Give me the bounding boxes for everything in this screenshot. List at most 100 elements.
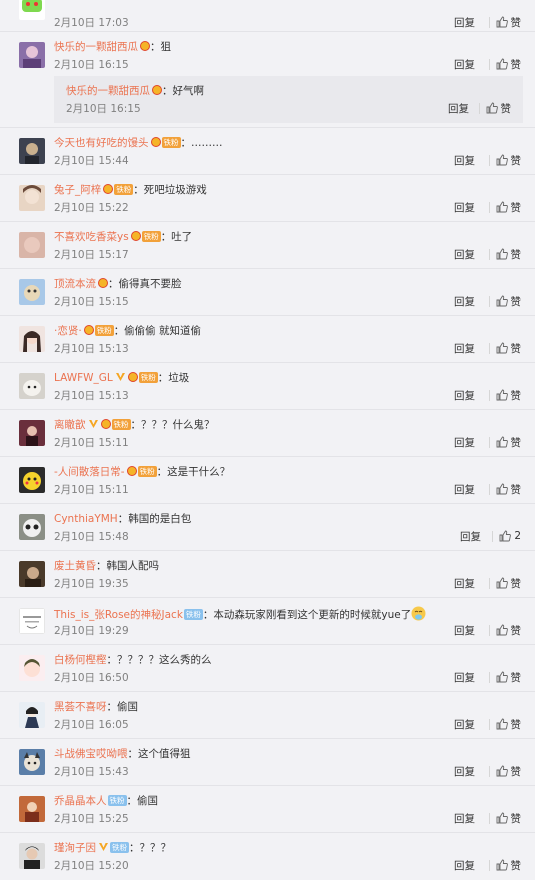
username[interactable]: 乔晶晶本人 [54, 795, 107, 807]
like-button[interactable]: 赞 [488, 481, 521, 497]
username[interactable]: ·恋贤· [54, 325, 82, 337]
medal-icon [126, 466, 137, 476]
like-button[interactable]: 赞 [488, 857, 521, 873]
username[interactable]: 离瞮歆 [54, 419, 86, 431]
avatar[interactable] [19, 467, 45, 493]
like-button[interactable]: 赞 [488, 152, 522, 168]
like-label: 赞 [510, 201, 522, 214]
username[interactable]: 废土黄昏 [54, 560, 96, 572]
reply-button[interactable]: 回复 [454, 16, 475, 30]
avatar[interactable] [19, 420, 45, 446]
fan-badge: 铁粉 [114, 184, 134, 195]
avatar[interactable] [19, 655, 45, 681]
comment-time: 2月10日 15:43 [54, 766, 129, 778]
reply-button[interactable]: 回复 [454, 577, 475, 591]
thumb-up-icon [496, 295, 508, 307]
reply-button[interactable]: 回复 [454, 812, 475, 826]
reply-button[interactable]: 回复 [454, 436, 475, 450]
username[interactable]: 快乐的一颗甜西瓜 [66, 85, 150, 97]
avatar[interactable] [19, 185, 45, 211]
avatar[interactable] [19, 843, 45, 869]
avatar[interactable] [19, 138, 45, 164]
comment-item: 离瞮歆 铁粉 ：？？？什么鬼？ 2月10日 15:11 回复 赞 [0, 409, 535, 457]
avatar[interactable] [19, 514, 45, 540]
avatar[interactable] [19, 42, 45, 68]
fan-badge: 铁粉 [141, 231, 161, 242]
username[interactable]: -人间散落日常- [54, 466, 125, 478]
reply-button[interactable]: 回复 [454, 154, 475, 168]
like-button[interactable]: 赞 [488, 293, 522, 309]
like-button[interactable]: 赞 [488, 340, 521, 356]
username[interactable]: 顶流本流 [54, 278, 96, 290]
like-button[interactable]: 赞 [488, 622, 522, 638]
avatar[interactable] [19, 0, 45, 20]
comment-text: ：韩国的是白包 [117, 513, 192, 525]
username[interactable]: 不喜欢吃香菜ys [54, 231, 129, 243]
medal-icon [98, 278, 108, 288]
avatar[interactable] [19, 749, 45, 775]
like-label: 赞 [510, 295, 522, 308]
like-button[interactable]: 赞 [488, 575, 521, 591]
comment-item: This_is_张Rose的神秘Jack 铁粉 ：本动森玩家刚看到这个更新的时候就y… [0, 597, 535, 645]
reply-button[interactable]: 回复 [454, 671, 475, 685]
reply-button[interactable]: 回复 [454, 342, 475, 356]
avatar[interactable] [19, 702, 45, 728]
fan-badge: 铁粉 [161, 137, 181, 148]
avatar[interactable] [19, 608, 45, 634]
username[interactable]: 瑾洵子因 [54, 842, 96, 854]
comment-item: 乔晶晶本人 铁粉 ：偷国 2月10日 15:25 回复 赞 [0, 785, 535, 833]
comment-time: 2月10日 16:05 [54, 719, 129, 731]
thumb-up-icon [496, 58, 508, 70]
reply-button[interactable]: 回复 [454, 201, 475, 215]
like-button[interactable]: 赞 [478, 100, 511, 116]
avatar[interactable] [19, 561, 45, 587]
avatar[interactable] [19, 279, 45, 305]
username[interactable]: 兔子_阿梓 [54, 184, 101, 196]
comment-text: ：？？？什么鬼？ [130, 419, 215, 431]
comment-text: ：韩国人配吗 [96, 560, 159, 572]
like-label: 赞 [510, 154, 522, 167]
username[interactable]: 今天也有好吃的馒头 [54, 137, 149, 149]
reply-button[interactable]: 回复 [460, 530, 481, 544]
avatar[interactable] [19, 326, 45, 352]
avatar[interactable] [19, 232, 45, 258]
avatar[interactable] [19, 796, 45, 822]
like-label: 赞 [510, 624, 522, 637]
comment-text: ：死吧垃圾游戏 [133, 184, 207, 196]
reply-button[interactable]: 回复 [454, 624, 475, 638]
username[interactable]: 快乐的一颗甜西瓜 [54, 41, 138, 53]
comment-item: 瑾洵子因 铁粉：？？？ 2月10日 15:20 回复 赞 [0, 832, 535, 880]
username[interactable]: This_is_张Rose的神秘Jack [54, 609, 183, 621]
reply-button[interactable]: 回复 [454, 389, 475, 403]
like-button[interactable]: 赞 [488, 669, 521, 685]
like-button[interactable]: 赞 [488, 716, 521, 732]
like-button[interactable]: 赞 [488, 387, 521, 403]
like-button[interactable]: 赞 [488, 810, 521, 826]
reply-button[interactable]: 回复 [454, 483, 475, 497]
like-button[interactable]: 赞 [488, 763, 521, 779]
reply-button[interactable]: 回复 [454, 859, 475, 873]
comment-text: ：好气啊 [162, 85, 204, 97]
comment-item: 不喜欢吃香菜ys 铁粉 ：吐了 2月10日 15:17 回复 赞 [0, 221, 535, 269]
username[interactable]: 斗战佛宝哎呦喂 [54, 748, 128, 760]
comment-time: 2月10日 15:44 [54, 155, 129, 167]
reply-button[interactable]: 回复 [454, 58, 475, 72]
like-button[interactable]: 赞 [488, 246, 521, 262]
like-button[interactable]: 赞 [488, 434, 521, 450]
avatar[interactable] [19, 373, 45, 399]
reply-button[interactable]: 回复 [454, 248, 475, 262]
username[interactable]: LAWFW_GL [54, 372, 113, 384]
comment-text: ：这是干什么？ [156, 466, 231, 478]
reply-button[interactable]: 回复 [448, 102, 469, 116]
username[interactable]: 黑荟不喜呀 [54, 701, 107, 713]
like-button[interactable]: 赞 [488, 14, 521, 30]
username[interactable]: 白杨何樫樫 [54, 654, 107, 666]
like-button[interactable]: 赞 [488, 199, 522, 215]
username[interactable]: CynthiaYMH [54, 513, 118, 525]
reply-button[interactable]: 回复 [454, 718, 475, 732]
like-button[interactable]: 2 [492, 528, 521, 544]
reply-button[interactable]: 回复 [454, 295, 475, 309]
comment-text: ：？？？？这么秀的么 [106, 654, 212, 666]
like-button[interactable]: 赞 [488, 56, 521, 72]
reply-button[interactable]: 回复 [454, 765, 475, 779]
